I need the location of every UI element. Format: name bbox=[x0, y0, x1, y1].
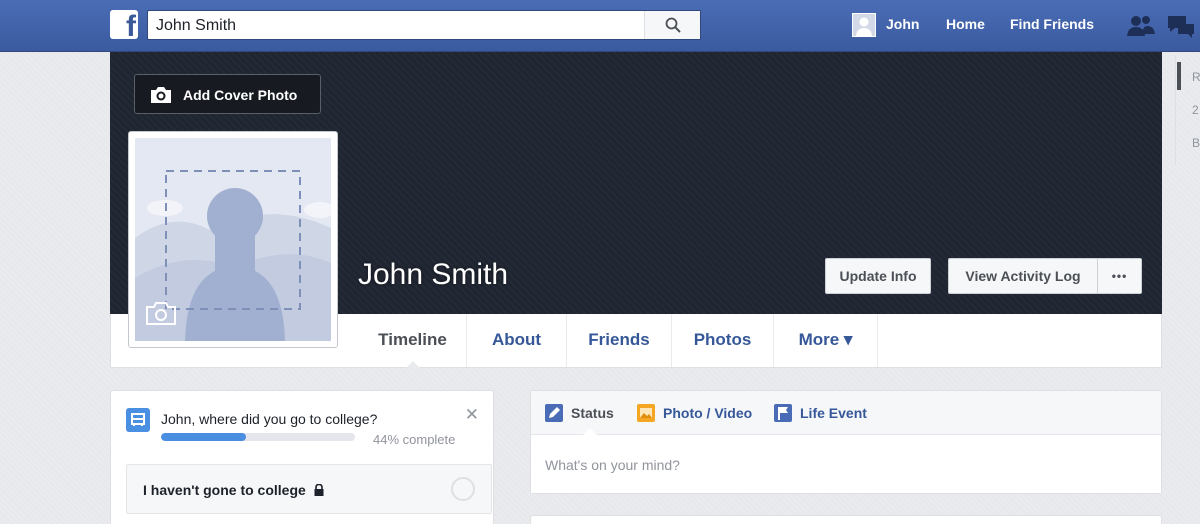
user-silhouette-icon bbox=[856, 17, 872, 36]
search-input[interactable]: John Smith bbox=[147, 10, 701, 40]
pencil-icon bbox=[545, 404, 563, 422]
school-icon bbox=[126, 408, 150, 432]
tab-photos[interactable]: Photos bbox=[672, 314, 774, 367]
profile-name[interactable]: John Smith bbox=[358, 258, 508, 292]
add-cover-photo-label: Add Cover Photo bbox=[183, 87, 298, 103]
add-cover-photo-button[interactable]: Add Cover Photo bbox=[134, 74, 321, 114]
profile-progress-bar bbox=[161, 433, 355, 441]
progress-text: 44% complete bbox=[373, 432, 456, 447]
view-activity-log-button[interactable]: View Activity Log bbox=[948, 258, 1098, 294]
close-icon[interactable]: ✕ bbox=[465, 405, 479, 425]
status-input[interactable]: What's on your mind? bbox=[531, 435, 1161, 493]
composer-tabs: Status Photo / Video Life Event bbox=[531, 391, 1161, 435]
college-question: John, where did you go to college? bbox=[161, 411, 378, 427]
progress-fill bbox=[161, 433, 247, 441]
no-college-label: I haven't gone to college bbox=[143, 482, 324, 498]
update-info-button[interactable]: Update Info bbox=[825, 258, 931, 294]
lock-icon bbox=[314, 483, 324, 496]
camera-icon bbox=[151, 87, 171, 103]
next-card bbox=[530, 515, 1162, 524]
right-sidebar-item[interactable]: B bbox=[1192, 136, 1200, 150]
nav-home-link[interactable]: Home bbox=[946, 16, 985, 32]
radio-button[interactable] bbox=[451, 477, 475, 501]
composer-tab-photo-video[interactable]: Photo / Video bbox=[637, 404, 752, 422]
composer-tab-status[interactable]: Status bbox=[545, 404, 614, 422]
active-tab-pointer bbox=[583, 428, 597, 435]
tab-friends[interactable]: Friends bbox=[567, 314, 672, 367]
photo-icon bbox=[637, 404, 655, 422]
search-button[interactable] bbox=[644, 11, 700, 39]
friend-requests-icon[interactable] bbox=[1126, 14, 1156, 38]
top-nav-bar: f John Smith John Home Find Friends bbox=[0, 0, 1200, 52]
more-options-button[interactable]: ••• bbox=[1097, 258, 1142, 294]
search-icon bbox=[665, 17, 681, 33]
tab-timeline[interactable]: Timeline bbox=[359, 314, 467, 368]
composer-tab-life-event[interactable]: Life Event bbox=[774, 404, 867, 422]
nav-user-name[interactable]: John bbox=[886, 16, 919, 32]
search-value: John Smith bbox=[156, 17, 237, 34]
nav-avatar[interactable] bbox=[852, 13, 876, 37]
status-placeholder: What's on your mind? bbox=[545, 457, 680, 473]
facebook-logo-icon[interactable]: f bbox=[110, 10, 138, 43]
no-college-option[interactable]: I haven't gone to college bbox=[126, 464, 492, 514]
profile-picture[interactable] bbox=[128, 131, 338, 348]
right-sidebar-item[interactable]: 2 bbox=[1192, 103, 1199, 117]
college-prompt-card: John, where did you go to college? ✕ 44%… bbox=[110, 390, 494, 524]
tab-about[interactable]: About bbox=[467, 314, 567, 367]
profile-camera-icon[interactable] bbox=[145, 300, 177, 326]
right-sidebar-item[interactable]: R bbox=[1192, 70, 1200, 84]
logo-letter: f bbox=[126, 10, 136, 43]
messages-icon[interactable] bbox=[1166, 14, 1196, 38]
nav-find-friends-link[interactable]: Find Friends bbox=[1010, 16, 1094, 32]
flag-icon bbox=[774, 404, 792, 422]
tab-more[interactable]: More ▾ bbox=[774, 314, 878, 367]
right-sidebar-marker bbox=[1177, 62, 1181, 90]
post-composer: Status Photo / Video Life Event What's o… bbox=[530, 390, 1162, 494]
